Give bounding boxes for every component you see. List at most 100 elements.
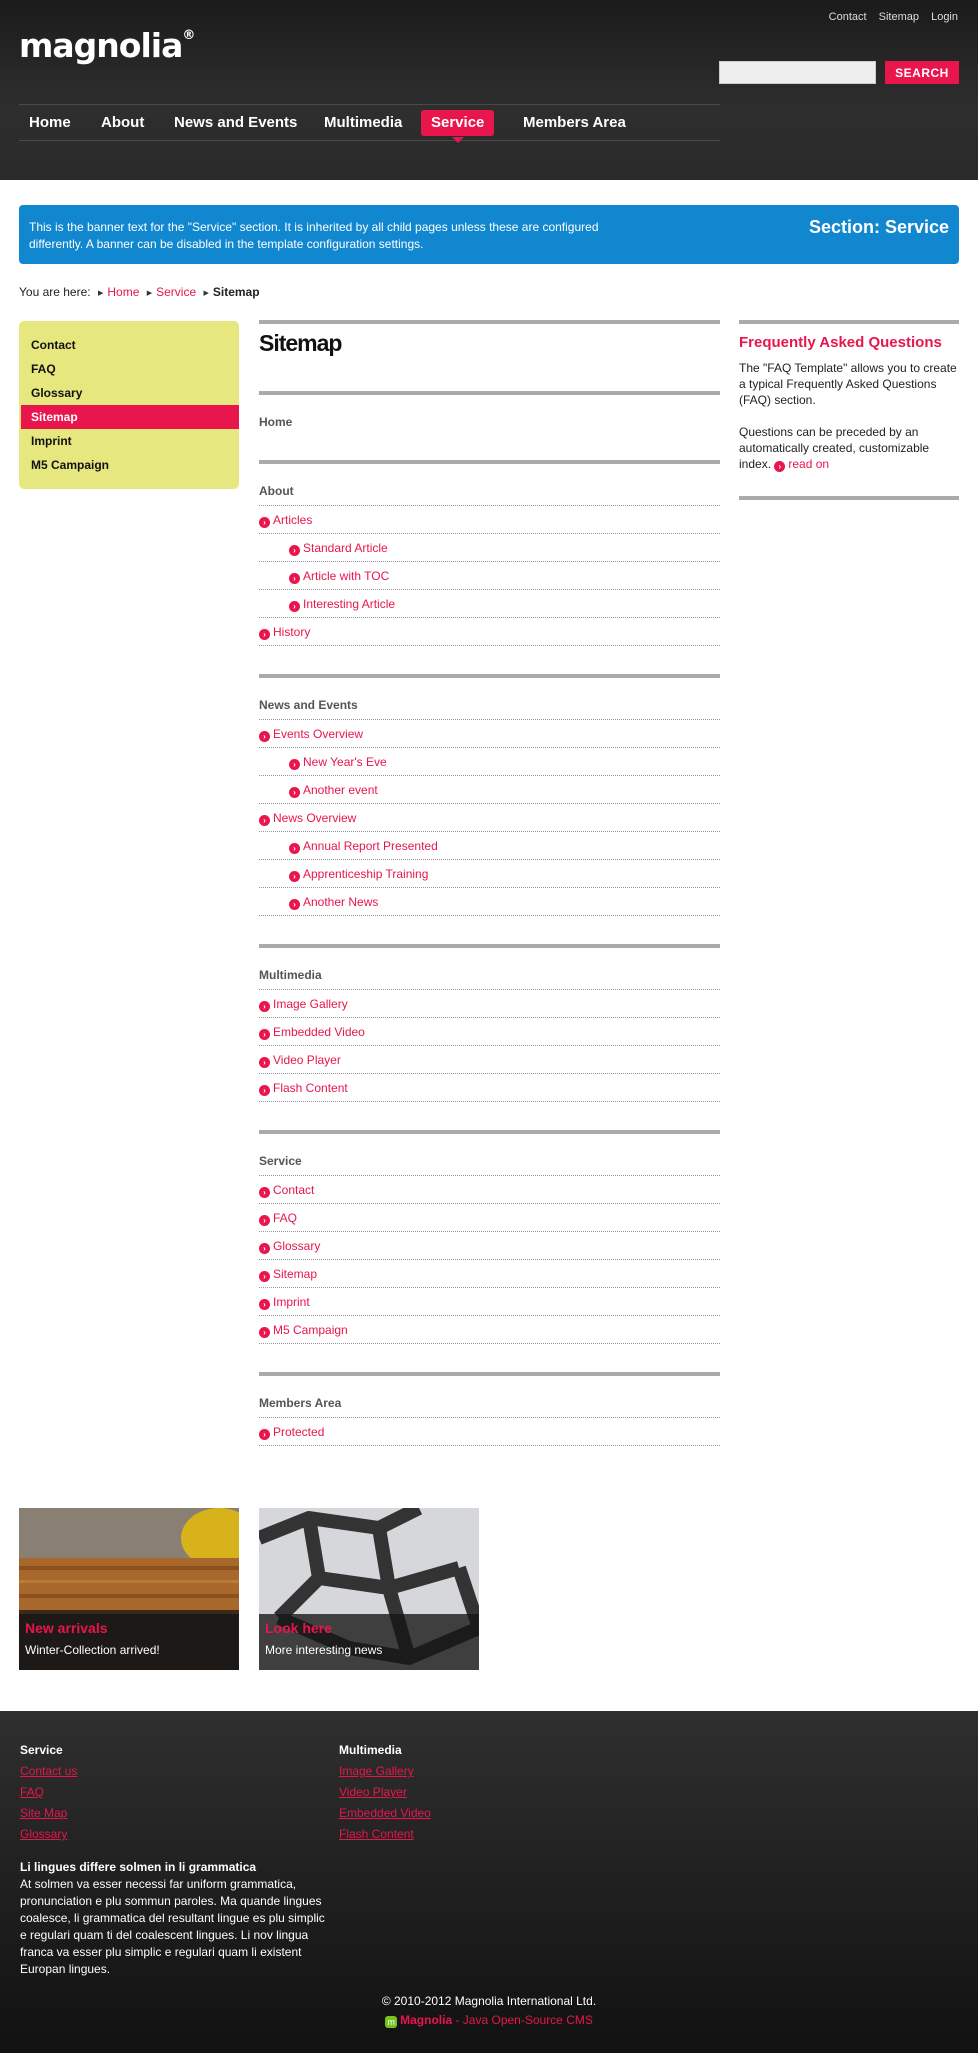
sitemap-link[interactable]: › Annual Report Presented [259, 832, 720, 860]
arrow-right-circle-icon: › [259, 1429, 270, 1440]
nav-item-about[interactable]: About [91, 110, 154, 136]
nav-item-home[interactable]: Home [19, 110, 81, 136]
sitemap-link-label[interactable]: History [273, 625, 310, 639]
sitemap-link-label[interactable]: M5 Campaign [273, 1323, 348, 1337]
footer-link-image-gallery[interactable]: Image Gallery [339, 1763, 639, 1779]
sitemap-link[interactable]: › Image Gallery [259, 990, 720, 1018]
sitemap-link[interactable]: › Embedded Video [259, 1018, 720, 1046]
sitemap-link[interactable]: › Standard Article [259, 534, 720, 562]
banner-title: Section: Service [808, 217, 949, 237]
sitemap-link[interactable]: › Flash Content [259, 1074, 720, 1102]
sitemap-link-label[interactable]: New Year's Eve [303, 755, 387, 769]
sitemap-link[interactable]: › News Overview [259, 804, 720, 832]
arrow-right-circle-icon: › [289, 787, 300, 798]
sitemap-link[interactable]: › Interesting Article [259, 590, 720, 618]
subnav-item-m5-campaign[interactable]: M5 Campaign [19, 453, 239, 477]
sitemap-link[interactable]: › Events Overview [259, 720, 720, 748]
sitemap-link[interactable]: › Sitemap [259, 1260, 720, 1288]
sitemap-link-label[interactable]: Apprenticeship Training [303, 867, 428, 881]
arrow-right-circle-icon: › [259, 815, 270, 826]
magnolia-logo[interactable]: magnolia® [19, 26, 195, 65]
subnav-item-sitemap[interactable]: Sitemap [21, 405, 239, 429]
footer-link-glossary[interactable]: Glossary [20, 1826, 320, 1842]
promo-teaser-new-arrivals[interactable]: New arrivals Winter-Collection arrived! [19, 1508, 239, 1670]
breadcrumb-home[interactable]: Home [107, 285, 139, 299]
faq-paragraph: Questions can be preceded by an automati… [739, 425, 930, 472]
promo-title: New arrivals [25, 1620, 108, 1636]
breadcrumb-prefix: You are here: [19, 285, 91, 299]
sitemap-link[interactable]: › Another News [259, 888, 720, 916]
sitemap-section: Members Area › Protected [259, 1372, 720, 1474]
sitemap-link[interactable]: › New Year's Eve [259, 748, 720, 776]
sitemap-link[interactable]: › Apprenticeship Training [259, 860, 720, 888]
sitemap-link[interactable]: › Imprint [259, 1288, 720, 1316]
nav-item-news-and-events[interactable]: News and Events [164, 110, 307, 136]
meta-link-contact[interactable]: Contact [829, 11, 867, 23]
footer-link-embedded-video[interactable]: Embedded Video [339, 1805, 639, 1821]
sitemap-link[interactable]: › Another event [259, 776, 720, 804]
sitemap-link[interactable]: › Video Player [259, 1046, 720, 1074]
sitemap-link-label[interactable]: Video Player [273, 1053, 341, 1067]
footer-link-contact-us[interactable]: Contact us [20, 1763, 320, 1779]
sitemap-link-label[interactable]: Protected [273, 1425, 324, 1439]
sitemap-link[interactable]: › Contact [259, 1176, 720, 1204]
subnav-item-contact[interactable]: Contact [19, 333, 239, 357]
arrow-right-circle-icon: › [259, 1327, 270, 1338]
nav-item-members-area[interactable]: Members Area [513, 110, 636, 136]
sitemap-link-label[interactable]: Annual Report Presented [303, 839, 438, 853]
sitemap-link-label[interactable]: Imprint [273, 1295, 310, 1309]
footer-column-service: Service Contact us FAQ Site Map Glossary [20, 1743, 320, 1847]
promo-text: Winter-Collection arrived! [25, 1643, 160, 1657]
sitemap-link-label[interactable]: Glossary [273, 1239, 320, 1253]
sitemap-link-label[interactable]: Another event [303, 783, 378, 797]
footer-link-video-player[interactable]: Video Player [339, 1784, 639, 1800]
sitemap-link-label[interactable]: Sitemap [273, 1267, 317, 1281]
sitemap-link-label[interactable]: Standard Article [303, 541, 388, 555]
sitemap-sections: Home About › Articles › Standard Article › Arti… [259, 391, 720, 1474]
sitemap-link[interactable]: › Article with TOC [259, 562, 720, 590]
sitemap-link-label[interactable]: Interesting Article [303, 597, 395, 611]
sitemap-section-heading: News and Events [259, 698, 720, 720]
nav-item-multimedia[interactable]: Multimedia [314, 110, 412, 136]
arrow-right-circle-icon: › [259, 1215, 270, 1226]
sitemap-link[interactable]: › Glossary [259, 1232, 720, 1260]
promo-caption: New arrivals Winter-Collection arrived! [19, 1614, 239, 1670]
meta-link-sitemap[interactable]: Sitemap [879, 11, 919, 23]
cms-brand-link[interactable]: Magnolia [400, 2013, 452, 2027]
subnav-item-imprint[interactable]: Imprint [19, 429, 239, 453]
search-button[interactable]: SEARCH [885, 61, 959, 84]
sitemap-link[interactable]: › History [259, 618, 720, 646]
arrow-right-circle-icon: › [289, 759, 300, 770]
search-input[interactable] [719, 61, 876, 84]
subnav-item-glossary[interactable]: Glossary [19, 381, 239, 405]
sitemap-section-heading: About [259, 484, 720, 506]
sitemap-link-label[interactable]: Contact [273, 1183, 314, 1197]
sitemap-link-label[interactable]: Articles [273, 513, 312, 527]
sitemap-link-label[interactable]: Flash Content [273, 1081, 348, 1095]
faq-read-on-link[interactable]: › read on [774, 457, 829, 472]
copyright: © 2010-2012 Magnolia International Ltd. [381, 1994, 597, 2008]
arrow-right-circle-icon: › [774, 461, 786, 472]
breadcrumb-service[interactable]: Service [156, 285, 196, 299]
nav-item-service[interactable]: Service [421, 110, 495, 143]
sitemap-link-label[interactable]: Events Overview [273, 727, 363, 741]
sitemap-link-label[interactable]: FAQ [273, 1211, 297, 1225]
sitemap-link[interactable]: › M5 Campaign [259, 1316, 720, 1344]
sitemap-link-label[interactable]: News Overview [273, 811, 356, 825]
footer-link-site-map[interactable]: Site Map [20, 1805, 320, 1821]
sitemap-section-heading: Service [259, 1154, 720, 1176]
footer-link-flash-content[interactable]: Flash Content [339, 1826, 639, 1842]
meta-link-login[interactable]: Login [931, 11, 958, 23]
sitemap-link-label[interactable]: Embedded Video [273, 1025, 365, 1039]
breadcrumb-arrow-icon: ▶ [97, 290, 104, 297]
footer-link-faq[interactable]: FAQ [20, 1784, 320, 1800]
promo-teaser-look-here[interactable]: Look here More interesting news [259, 1508, 479, 1670]
subnav-item-faq[interactable]: FAQ [19, 357, 239, 381]
sitemap-link[interactable]: › Protected [259, 1418, 720, 1446]
sitemap-link-label[interactable]: Image Gallery [273, 997, 348, 1011]
sitemap-link[interactable]: › Articles [259, 506, 720, 534]
sitemap-link[interactable]: › FAQ [259, 1204, 720, 1232]
sitemap-link-label[interactable]: Another News [303, 895, 378, 909]
sitemap-link-label[interactable]: Article with TOC [303, 569, 389, 583]
footer-column-title: Service [20, 1743, 63, 1757]
